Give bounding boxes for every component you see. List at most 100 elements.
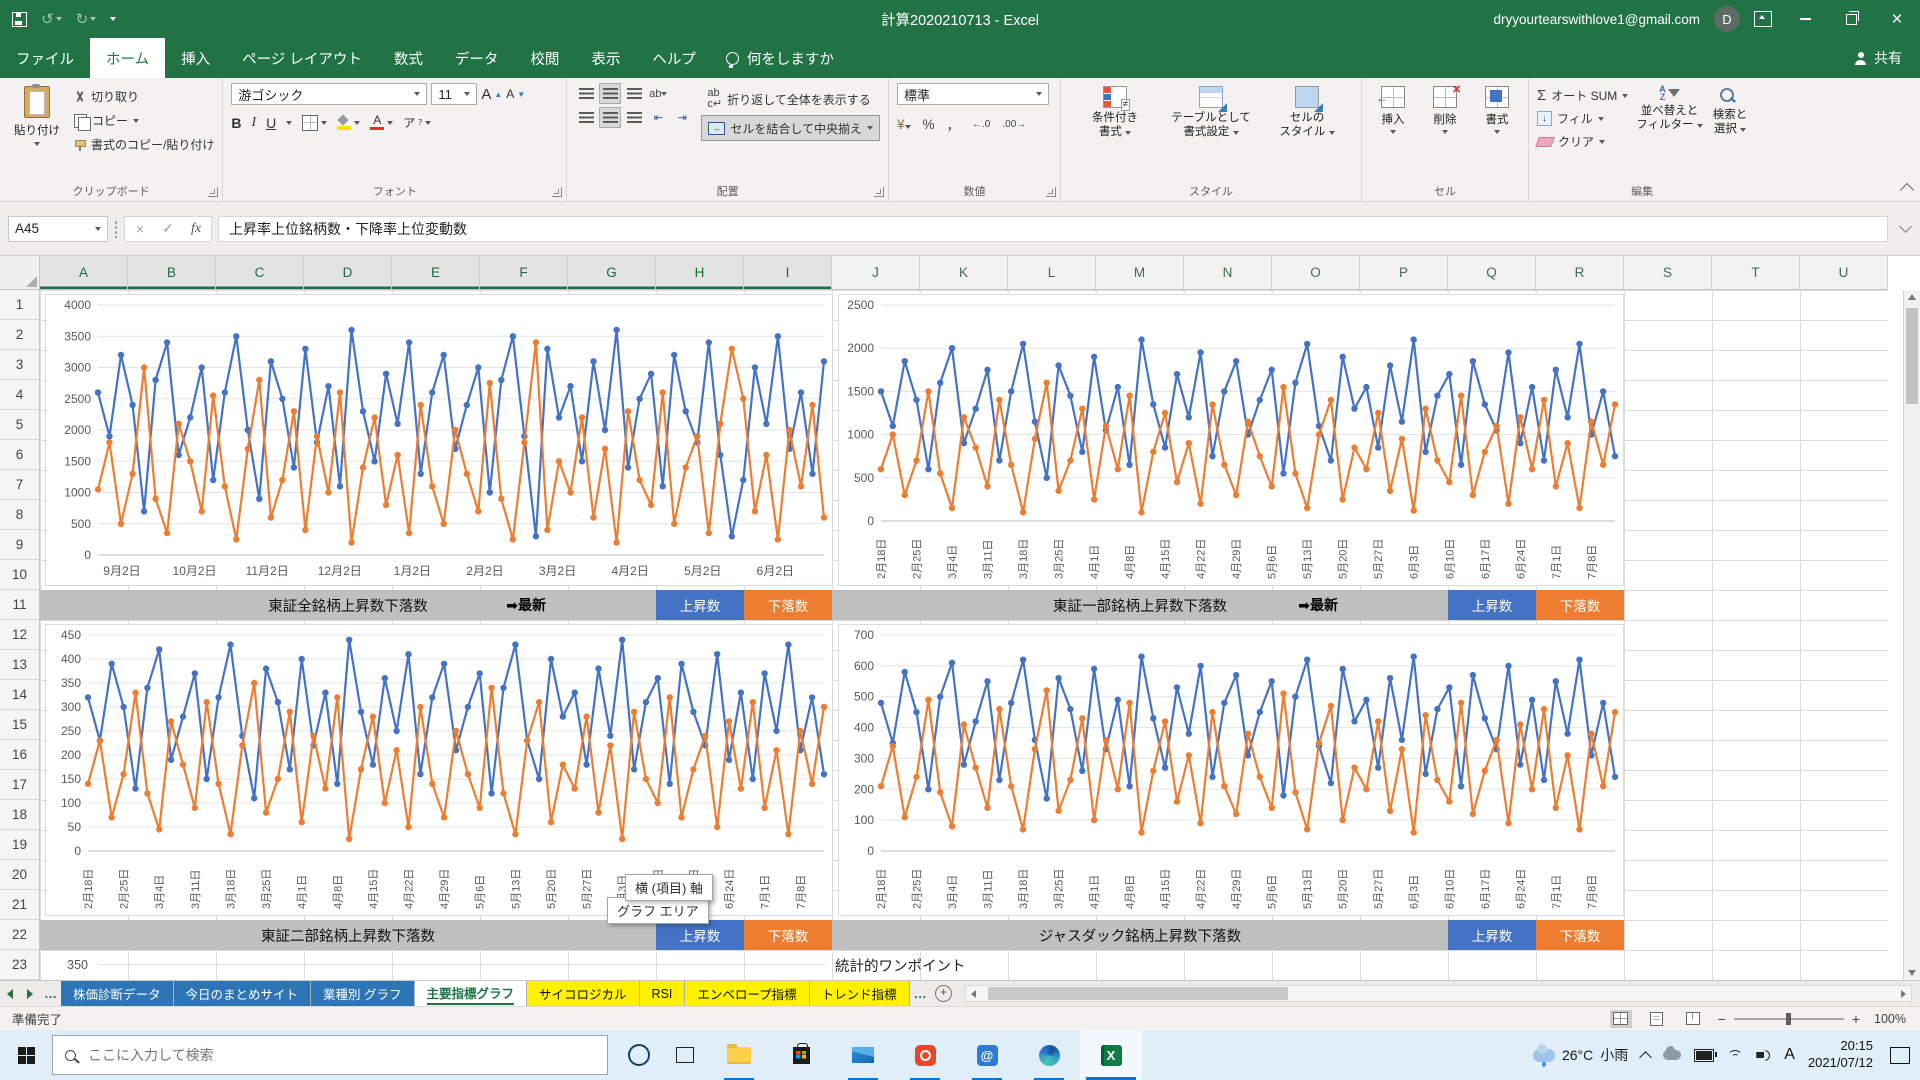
column-header-Q[interactable]: Q [1448,256,1536,289]
taskbar-file-explorer[interactable] [708,1030,770,1080]
sheet-tab-RSI[interactable]: RSI [640,981,686,1006]
font-color-button[interactable]: A [370,115,393,130]
vertical-scroll-thumb[interactable] [1906,308,1918,404]
clipboard-dialog-launcher-icon[interactable] [208,187,218,197]
tabs-overflow-right[interactable]: … [910,981,931,1006]
page-layout-view-button[interactable] [1646,1010,1668,1028]
column-header-E[interactable]: E [392,256,480,289]
insert-function-icon[interactable]: fx [183,221,209,237]
decrease-decimal-button[interactable]: .00→ [1002,119,1026,130]
align-top-button[interactable] [575,83,597,104]
italic-button[interactable]: I [251,115,256,131]
chart-tse-second[interactable]: 0501001502002503003504004502月18日2月25日3月4… [45,624,833,916]
row-header-5[interactable]: 5 [0,410,39,440]
column-header-N[interactable]: N [1184,256,1272,289]
format-as-table-button[interactable]: テーブルとして書式設定 [1165,83,1257,183]
action-center-icon[interactable] [1890,1047,1910,1064]
phonetic-button[interactable]: アｱ [403,114,431,131]
row-header-1[interactable]: 1 [0,290,39,320]
down-count-button[interactable]: 下落数 [744,590,832,620]
start-button[interactable] [0,1030,52,1080]
down-count-button[interactable]: 下落数 [1536,920,1624,950]
row-header-16[interactable]: 16 [0,740,39,770]
sheet-tab-株価診断データ[interactable]: 株価診断データ [61,981,174,1006]
increase-indent-button[interactable]: ⇥ [671,107,693,128]
ime-indicator[interactable]: A [1784,1046,1795,1064]
wrap-text-button[interactable]: abc↵折り返して全体を表示する [701,87,880,111]
scroll-right-icon[interactable] [1901,990,1906,998]
column-header-G[interactable]: G [568,256,656,289]
onedrive-cloud-icon[interactable] [1663,1050,1681,1060]
zoom-level[interactable]: 100% [1874,1012,1906,1026]
autosum-button[interactable]: Σオート SUM [1537,86,1628,105]
column-header-J[interactable]: J [832,256,920,289]
column-header-D[interactable]: D [304,256,392,289]
taskbar-edge[interactable] [1018,1030,1080,1080]
hidden-icons-chevron-icon[interactable] [1639,1051,1652,1064]
find-select-button[interactable]: 検索と選択 [1713,83,1748,183]
tabs-scroll-left-icon[interactable] [0,981,20,1006]
taskbar-store[interactable] [770,1030,832,1080]
up-count-button[interactable]: 上昇数 [656,920,744,950]
chart-jasdaq[interactable]: 01002003004005006007002月18日2月25日3月4日3月11… [838,624,1624,916]
increase-decimal-button[interactable]: ←.0 [972,119,990,130]
row-header-14[interactable]: 14 [0,680,39,710]
sheet-tab-サイコロジカル[interactable]: サイコロジカル [527,981,640,1006]
minimize-button[interactable] [1782,0,1828,38]
column-header-K[interactable]: K [920,256,1008,289]
taskbar-mail[interactable] [832,1030,894,1080]
account-email[interactable]: dryyourtearswithlove1@gmail.com [1493,12,1700,27]
fill-button[interactable]: ↓フィル [1537,109,1628,128]
scroll-up-icon[interactable] [1908,294,1916,300]
cut-button[interactable]: 切り取り [74,87,214,106]
column-header-C[interactable]: C [216,256,304,289]
customize-qat-button[interactable] [110,17,116,21]
column-header-L[interactable]: L [1008,256,1096,289]
undo-button[interactable]: ↺ [41,10,62,28]
row-header-11[interactable]: 11 [0,590,39,620]
tab-数式[interactable]: 数式 [378,38,439,78]
orientation-button[interactable]: ab [647,83,669,104]
row-header-21[interactable]: 21 [0,890,39,920]
horizontal-scroll-thumb[interactable] [988,987,1288,1000]
taskbar-excel-active[interactable]: X [1080,1030,1142,1080]
battery-icon[interactable] [1694,1049,1714,1062]
wifi-icon[interactable] [1727,1050,1743,1061]
decrease-font-button[interactable]: A▼ [506,87,525,101]
column-header-I[interactable]: I [744,256,832,289]
task-view-button[interactable] [662,1030,708,1080]
align-left-button[interactable] [575,107,597,128]
tabs-scroll-right-icon[interactable] [20,981,40,1006]
clock[interactable]: 20:15 2021/07/12 [1808,1038,1873,1072]
tab-校閲[interactable]: 校閲 [514,38,575,78]
row-header-13[interactable]: 13 [0,650,39,680]
collapse-ribbon-icon[interactable] [1900,183,1914,197]
cancel-entry-icon[interactable]: × [127,221,153,237]
row-header-15[interactable]: 15 [0,710,39,740]
sort-filter-button[interactable]: AZ 並べ替えとフィルター [1636,83,1702,183]
save-icon[interactable] [12,12,27,27]
avatar[interactable]: D [1714,6,1740,32]
formula-input[interactable]: 上昇率上位銘柄数・下降率上位変動数 [218,216,1888,242]
tell-me-box[interactable]: 何をしますか [712,38,848,78]
up-count-button[interactable]: 上昇数 [656,590,744,620]
row-header-18[interactable]: 18 [0,800,39,830]
column-header-R[interactable]: R [1536,256,1624,289]
number-format-select[interactable]: 標準 [897,83,1049,105]
insert-cells-button[interactable]: ← 挿入 [1370,83,1416,183]
accounting-format-button[interactable]: ¥ [897,117,911,132]
row-header-2[interactable]: 2 [0,320,39,350]
delete-cells-button[interactable]: × 削除 [1422,83,1468,183]
expand-formula-bar-icon[interactable] [1894,216,1916,242]
search-input[interactable] [86,1046,607,1064]
row-header-23[interactable]: 23 [0,950,39,980]
row-header-4[interactable]: 4 [0,380,39,410]
new-sheet-button[interactable]: + [931,981,957,1006]
conditional-formatting-button[interactable]: 条件付き書式 [1069,83,1161,183]
column-header-S[interactable]: S [1624,256,1712,289]
comma-style-button[interactable]: ， [947,114,961,134]
zoom-thumb[interactable] [1786,1013,1791,1025]
close-button[interactable]: × [1874,0,1920,38]
sheet-tab-エンベロープ指標[interactable]: エンベロープ指標 [685,981,809,1006]
font-dialog-launcher-icon[interactable] [552,187,562,197]
